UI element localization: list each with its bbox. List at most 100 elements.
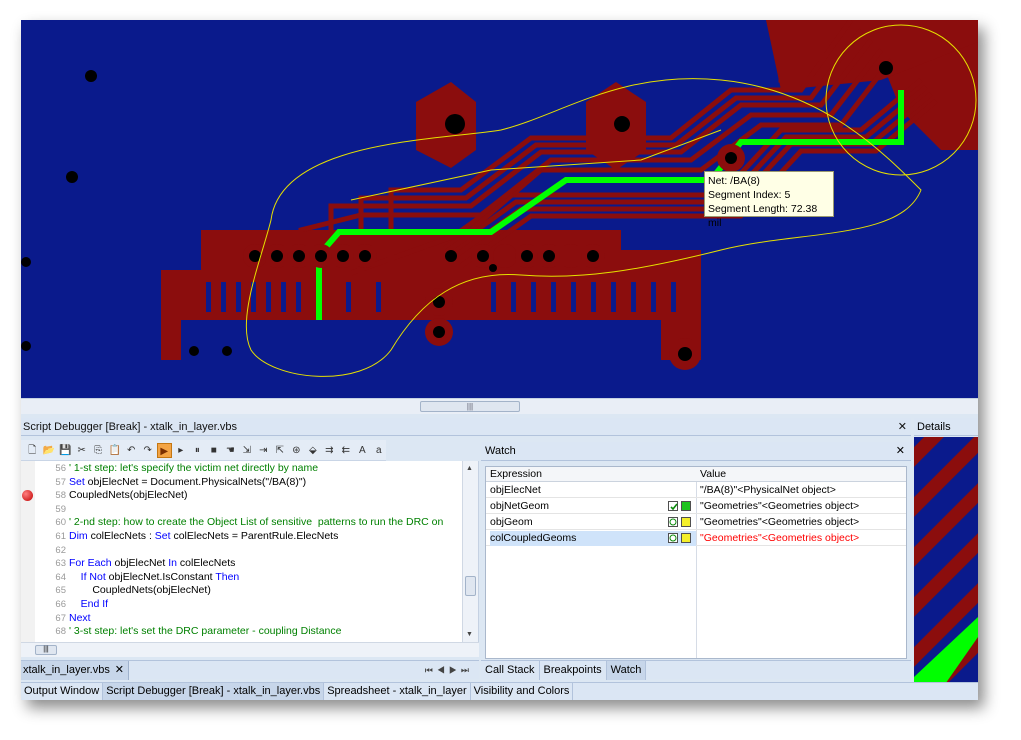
pcb-drawing xyxy=(21,20,978,377)
outdent-icon[interactable]: ⇇ xyxy=(339,443,354,458)
close-icon[interactable]: ✕ xyxy=(898,418,907,436)
tab-navigation-icons[interactable]: ⏮◀▶⏭ xyxy=(425,661,473,679)
line-number: 61 xyxy=(55,531,66,542)
scrollbar-thumb[interactable]: ||| xyxy=(35,645,57,655)
code-line[interactable]: 66 End If xyxy=(35,598,108,611)
watch-row[interactable]: objNetGeom "Geometries"<Geometries objec… xyxy=(486,499,906,514)
continue-icon[interactable]: ▸ xyxy=(174,443,189,458)
watch-row[interactable]: objGeom "Geometries"<Geometries object> xyxy=(486,515,906,530)
script-debugger-titlebar: Script Debugger [Break] - xtalk_in_layer… xyxy=(21,418,911,436)
code-line[interactable]: 61 Dim colElecNets : Set colElecNets = Pa… xyxy=(35,530,338,543)
file-tab[interactable]: xtalk_in_layer.vbs ✕ xyxy=(21,661,129,680)
code-line[interactable]: 65 CoupledNets(objElecNet) xyxy=(35,584,210,597)
green-color-swatch-icon[interactable] xyxy=(681,501,691,511)
close-icon[interactable]: ✕ xyxy=(896,442,905,461)
code-line[interactable]: 59 xyxy=(35,503,69,516)
watch-header-row: Expression Value xyxy=(486,467,906,482)
breakpoint-toggle-icon[interactable]: ⊛ xyxy=(289,443,304,458)
yellow-color-swatch-icon[interactable] xyxy=(681,517,691,527)
editor-gutter[interactable] xyxy=(21,461,35,642)
code-keyword: For Each xyxy=(69,557,112,570)
step-over-icon[interactable]: ⇥ xyxy=(256,443,271,458)
indent-icon[interactable]: ⇉ xyxy=(322,443,337,458)
close-icon[interactable]: ✕ xyxy=(115,661,124,679)
highlight-toggle-icon[interactable] xyxy=(668,533,678,543)
code-line[interactable]: 58 CoupledNets(objElecNet) xyxy=(35,489,187,502)
tooltip-segment-index: Segment Index: 5 xyxy=(708,189,791,201)
open-folder-icon[interactable]: 📂 xyxy=(42,443,57,458)
line-number: 67 xyxy=(55,612,66,624)
watch-grid[interactable]: Expression Value objElecNet "/BA(8)"<Phy… xyxy=(485,466,907,659)
canvas-horizontal-scrollbar[interactable]: ||| xyxy=(21,398,978,414)
undo-icon[interactable]: ↶ xyxy=(124,443,139,458)
file-tab-label: xtalk_in_layer.vbs xyxy=(23,664,110,676)
code-line[interactable]: 60 ' 2-nd step: how to create the Object … xyxy=(35,516,443,529)
yellow-color-swatch-icon[interactable] xyxy=(681,533,691,543)
tab-visibility-and-colors[interactable]: Visibility and Colors xyxy=(471,683,574,700)
code-keyword: Set xyxy=(69,475,85,488)
breakpoint-icon[interactable] xyxy=(22,490,33,501)
tooltip-segment-length: Segment Length: 72.38 mil xyxy=(708,203,818,229)
code-line[interactable]: 63 For Each objElecNet In colElecNets xyxy=(35,557,235,570)
code-text: objElecNet xyxy=(111,557,169,570)
new-file-icon[interactable]: 🗋 xyxy=(25,443,40,458)
code-keyword: Next xyxy=(69,611,91,624)
highlight-toggle-icon[interactable] xyxy=(668,517,678,527)
code-horizontal-scrollbar[interactable]: ||| xyxy=(21,642,479,657)
checkbox-checked-icon[interactable] xyxy=(668,501,678,511)
pause-icon[interactable]: ⏸ xyxy=(190,443,205,458)
tab-script-debugger[interactable]: Script Debugger [Break] - xtalk_in_layer… xyxy=(103,683,325,700)
code-line[interactable]: 62 xyxy=(35,544,69,557)
code-line[interactable]: 57 Set objElecNet = Document.PhysicalNets… xyxy=(35,476,306,489)
step-into-icon[interactable]: ⇲ xyxy=(240,443,255,458)
watch-value: "/BA(8)"<PhysicalNet object> xyxy=(700,484,836,496)
watch-tab-bar: Call Stack Breakpoints Watch xyxy=(481,660,911,680)
details-preview xyxy=(914,437,978,700)
pcb-canvas[interactable]: Net: /BA(8) Segment Index: 5 Segment Len… xyxy=(21,20,978,398)
code-line[interactable]: 68 ' 3-st step: let's set the DRC paramet… xyxy=(35,625,341,638)
details-panel xyxy=(914,437,978,700)
code-line[interactable]: 56 ' 1-st step: let's specify the victim … xyxy=(35,462,318,475)
line-number: 57 xyxy=(55,476,66,488)
code-keyword: Dim xyxy=(69,530,88,542)
code-line[interactable]: 64 If Not objElecNet.IsConstant Then xyxy=(35,571,239,584)
run-icon[interactable]: ▶ xyxy=(157,442,172,458)
font-decrease-icon[interactable]: a xyxy=(372,443,387,458)
tab-watch[interactable]: Watch xyxy=(606,661,647,680)
value-header[interactable]: Value xyxy=(700,467,906,482)
fill-icon[interactable]: ⬙ xyxy=(306,443,321,458)
code-keyword: Set xyxy=(154,530,171,542)
expression-header[interactable]: Expression xyxy=(490,467,696,482)
code-vertical-scrollbar[interactable]: ▲ ▼ xyxy=(462,461,478,642)
watch-value: "Geometries"<Geometries object> xyxy=(700,500,860,512)
redo-icon[interactable]: ↷ xyxy=(141,443,156,458)
scrollbar-thumb[interactable] xyxy=(465,576,476,596)
step-out-icon[interactable]: ⇱ xyxy=(273,443,288,458)
code-editor[interactable]: 56 ' 1-st step: let's specify the victim … xyxy=(21,461,479,642)
tab-output-window[interactable]: Output Window xyxy=(21,683,104,700)
watch-row[interactable]: objElecNet "/BA(8)"<PhysicalNet object> xyxy=(486,483,906,498)
watch-title: Watch xyxy=(485,445,516,457)
net-tooltip: Net: /BA(8) Segment Index: 5 Segment Len… xyxy=(704,171,834,229)
scroll-up-icon[interactable]: ▲ xyxy=(466,465,473,472)
code-text: colElecNets = ParentRule.ElecNets xyxy=(170,530,339,542)
tab-breakpoints[interactable]: Breakpoints xyxy=(540,661,607,680)
tab-spreadsheet[interactable]: Spreadsheet - xtalk_in_layer xyxy=(324,683,471,700)
watch-expression: objElecNet xyxy=(490,484,541,496)
tab-call-stack[interactable]: Call Stack xyxy=(481,661,540,680)
file-tab-bar: xtalk_in_layer.vbs ✕ ⏮◀▶⏭ xyxy=(21,660,479,680)
stop-icon[interactable]: ■ xyxy=(207,443,222,458)
font-increase-icon[interactable]: A xyxy=(355,443,370,458)
hand-icon[interactable]: ☚ xyxy=(223,443,238,458)
scrollbar-thumb[interactable]: ||| xyxy=(420,401,520,412)
line-number: 65 xyxy=(55,585,66,597)
code-line[interactable]: 67 Next xyxy=(35,611,91,625)
copy-icon[interactable]: ⎘ xyxy=(91,443,106,458)
save-icon[interactable]: 💾 xyxy=(58,443,73,458)
scroll-down-icon[interactable]: ▼ xyxy=(466,631,473,638)
line-number: 56 xyxy=(55,463,66,474)
code-text: CoupledNets(objElecNet) xyxy=(69,489,188,502)
cut-icon[interactable]: ✂ xyxy=(75,443,90,458)
paste-icon[interactable]: 📋 xyxy=(108,443,123,458)
watch-row-selected[interactable]: colCoupledGeoms "Geometries"<Geometries … xyxy=(486,531,906,546)
